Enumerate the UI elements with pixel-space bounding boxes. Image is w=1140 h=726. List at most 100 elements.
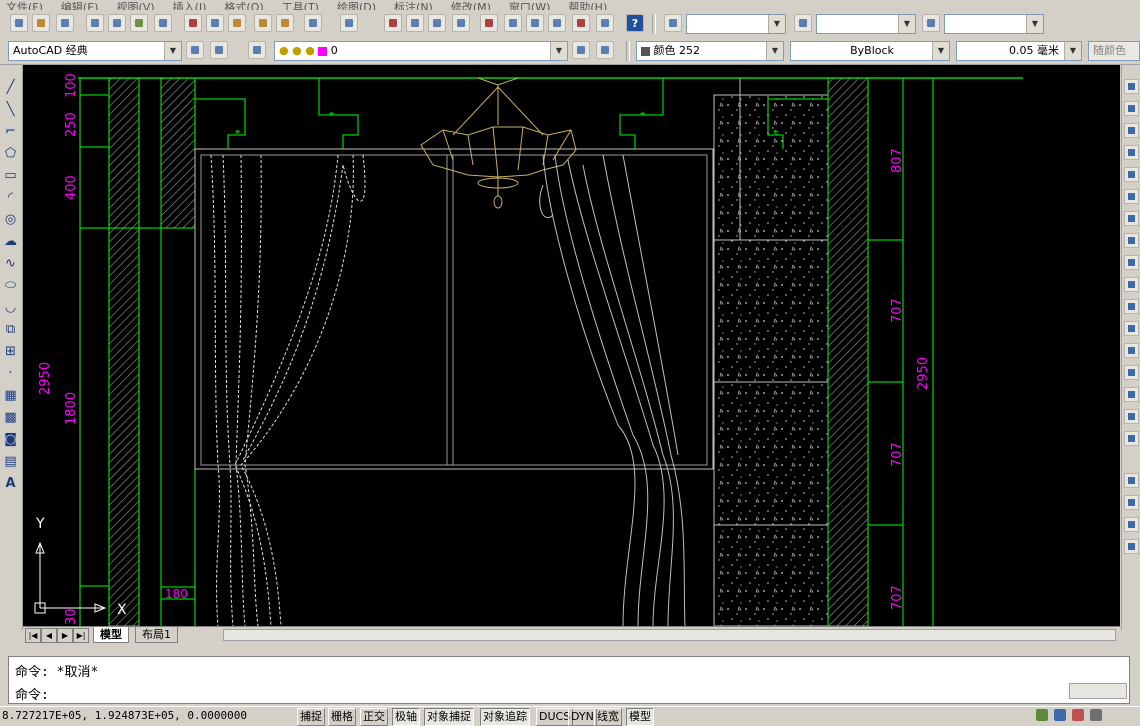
- prev-tab-icon[interactable]: ◀: [41, 628, 57, 643]
- trim-icon[interactable]: [1124, 277, 1139, 292]
- new-icon[interactable]: [10, 14, 28, 32]
- tab-layout1[interactable]: 布局1: [135, 627, 178, 643]
- undo-icon[interactable]: [304, 14, 322, 32]
- plot-icon[interactable]: [86, 14, 104, 32]
- tab-model[interactable]: 模型: [93, 627, 129, 643]
- menu-format[interactable]: 格式(O): [224, 2, 263, 10]
- text-style-icon[interactable]: [664, 14, 682, 32]
- table-style-combo[interactable]: ▼: [944, 14, 1044, 34]
- dim-style-combo[interactable]: ▼: [816, 14, 916, 34]
- zoom-previous-icon[interactable]: [452, 14, 470, 32]
- calculator-icon[interactable]: [596, 14, 614, 32]
- table-icon[interactable]: ▤: [2, 453, 19, 470]
- array-icon[interactable]: [1124, 167, 1139, 182]
- layer-previous-icon[interactable]: [596, 41, 614, 59]
- menu-tools[interactable]: 工具(T): [282, 2, 319, 10]
- markup-icon[interactable]: [572, 14, 590, 32]
- communication-center-icon[interactable]: [1054, 709, 1066, 721]
- multiline-text-icon[interactable]: A: [2, 475, 19, 492]
- draw-order-icon[interactable]: [1124, 473, 1139, 488]
- move-icon[interactable]: [1124, 189, 1139, 204]
- otrack-toggle[interactable]: 对象追踪: [480, 708, 530, 726]
- model-toggle[interactable]: 模型: [626, 708, 654, 726]
- workspace-save-icon[interactable]: [210, 41, 228, 59]
- first-tab-icon[interactable]: |◀: [25, 628, 41, 643]
- make-object-layer-current-icon[interactable]: [572, 41, 590, 59]
- menu-help[interactable]: 帮助(H): [568, 2, 607, 10]
- open-icon[interactable]: [32, 14, 50, 32]
- make-block-icon[interactable]: ⊞: [2, 343, 19, 360]
- insert-block-icon[interactable]: ⧉: [2, 321, 19, 338]
- menu-modify[interactable]: 修改(M): [451, 2, 491, 10]
- sheet-set-icon[interactable]: [548, 14, 566, 32]
- circle-icon[interactable]: ◎: [2, 211, 19, 228]
- construction-line-icon[interactable]: ╲: [2, 101, 19, 118]
- extend-icon[interactable]: [1124, 299, 1139, 314]
- fillet-icon[interactable]: [1124, 409, 1139, 424]
- zoom-realtime-icon[interactable]: [406, 14, 424, 32]
- hatch-icon[interactable]: ▦: [2, 387, 19, 404]
- color-combo[interactable]: 颜色 252 ▼: [636, 41, 784, 61]
- region-icon[interactable]: ◙: [2, 431, 19, 448]
- snap-toggle[interactable]: 捕捉: [297, 708, 325, 726]
- lineweight-toggle[interactable]: 线宽: [594, 708, 622, 726]
- copy-icon[interactable]: [206, 14, 224, 32]
- revision-cloud-icon[interactable]: ☁: [2, 233, 19, 250]
- layer-combo[interactable]: ● ● ● 0 ▼: [274, 41, 568, 61]
- properties-icon[interactable]: [480, 14, 498, 32]
- help-icon[interactable]: ?: [626, 14, 644, 32]
- mirror-icon[interactable]: [1124, 123, 1139, 138]
- explode-icon[interactable]: [1124, 431, 1139, 446]
- publish-icon[interactable]: [130, 14, 148, 32]
- layer-manager-icon[interactable]: [248, 41, 266, 59]
- command-text-area[interactable]: 命令: *取消* 命令:: [8, 656, 1130, 704]
- menu-view[interactable]: 视图(V): [116, 2, 154, 10]
- match-properties-icon[interactable]: [254, 14, 272, 32]
- dyn-toggle[interactable]: DYN: [568, 708, 597, 726]
- line-icon[interactable]: ╱: [2, 79, 19, 96]
- tool-palettes-icon[interactable]: [526, 14, 544, 32]
- offset-icon[interactable]: [1124, 145, 1139, 160]
- scale-icon[interactable]: [1124, 233, 1139, 248]
- join-icon[interactable]: [1124, 365, 1139, 380]
- send-to-back-icon[interactable]: [1124, 517, 1139, 532]
- menu-window[interactable]: 窗口(W): [509, 2, 550, 10]
- paste-icon[interactable]: [228, 14, 246, 32]
- 3d-dwf-icon[interactable]: [154, 14, 172, 32]
- polygon-icon[interactable]: ⬠: [2, 145, 19, 162]
- workspace-combo[interactable]: AutoCAD 经典 ▼: [8, 41, 182, 61]
- spline-icon[interactable]: ∿: [2, 255, 19, 272]
- ellipse-arc-icon[interactable]: ◡: [2, 299, 19, 316]
- rotate-icon[interactable]: [1124, 211, 1139, 226]
- menu-edit[interactable]: 编辑(E): [61, 2, 99, 10]
- break-at-point-icon[interactable]: [1124, 321, 1139, 336]
- command-scrollbar[interactable]: [1069, 683, 1127, 699]
- menu-dimension[interactable]: 标注(N): [394, 2, 433, 10]
- chamfer-icon[interactable]: [1124, 387, 1139, 402]
- workspace-settings-icon[interactable]: [186, 41, 204, 59]
- plotstyle-combo[interactable]: 随颜色: [1088, 41, 1140, 61]
- ellipse-icon[interactable]: ⬭: [2, 277, 19, 294]
- clean-screen-icon[interactable]: [1090, 709, 1102, 721]
- menu-file[interactable]: 文件(F): [6, 2, 43, 10]
- dim-style-icon[interactable]: [794, 14, 812, 32]
- rectangle-icon[interactable]: ▭: [2, 167, 19, 184]
- last-tab-icon[interactable]: ▶|: [73, 628, 89, 643]
- drawing-area[interactable]: 100 250 400 2950 1800 30 ⌖ ⌖ ⌖ ⌖: [23, 65, 1120, 627]
- bring-to-front-icon[interactable]: [1124, 495, 1139, 510]
- copy-object-icon[interactable]: [1124, 101, 1139, 116]
- lineweight-combo[interactable]: 0.05 毫米 ▼: [956, 41, 1082, 61]
- stretch-icon[interactable]: [1124, 255, 1139, 270]
- bring-above-icon[interactable]: [1124, 539, 1139, 554]
- horizontal-scrollbar[interactable]: [223, 629, 1116, 641]
- redo-icon[interactable]: [340, 14, 358, 32]
- osnap-toggle[interactable]: 对象捕捉: [424, 708, 474, 726]
- next-tab-icon[interactable]: ▶: [57, 628, 73, 643]
- grid-toggle[interactable]: 栅格: [328, 708, 356, 726]
- command-prompt[interactable]: 命令:: [15, 684, 49, 703]
- zoom-window-icon[interactable]: [428, 14, 446, 32]
- point-icon[interactable]: ·: [2, 365, 19, 382]
- save-icon[interactable]: [56, 14, 74, 32]
- coordinates-readout[interactable]: 8.727217E+05, 1.924873E+05, 0.0000000: [2, 709, 247, 722]
- gradient-icon[interactable]: ▩: [2, 409, 19, 426]
